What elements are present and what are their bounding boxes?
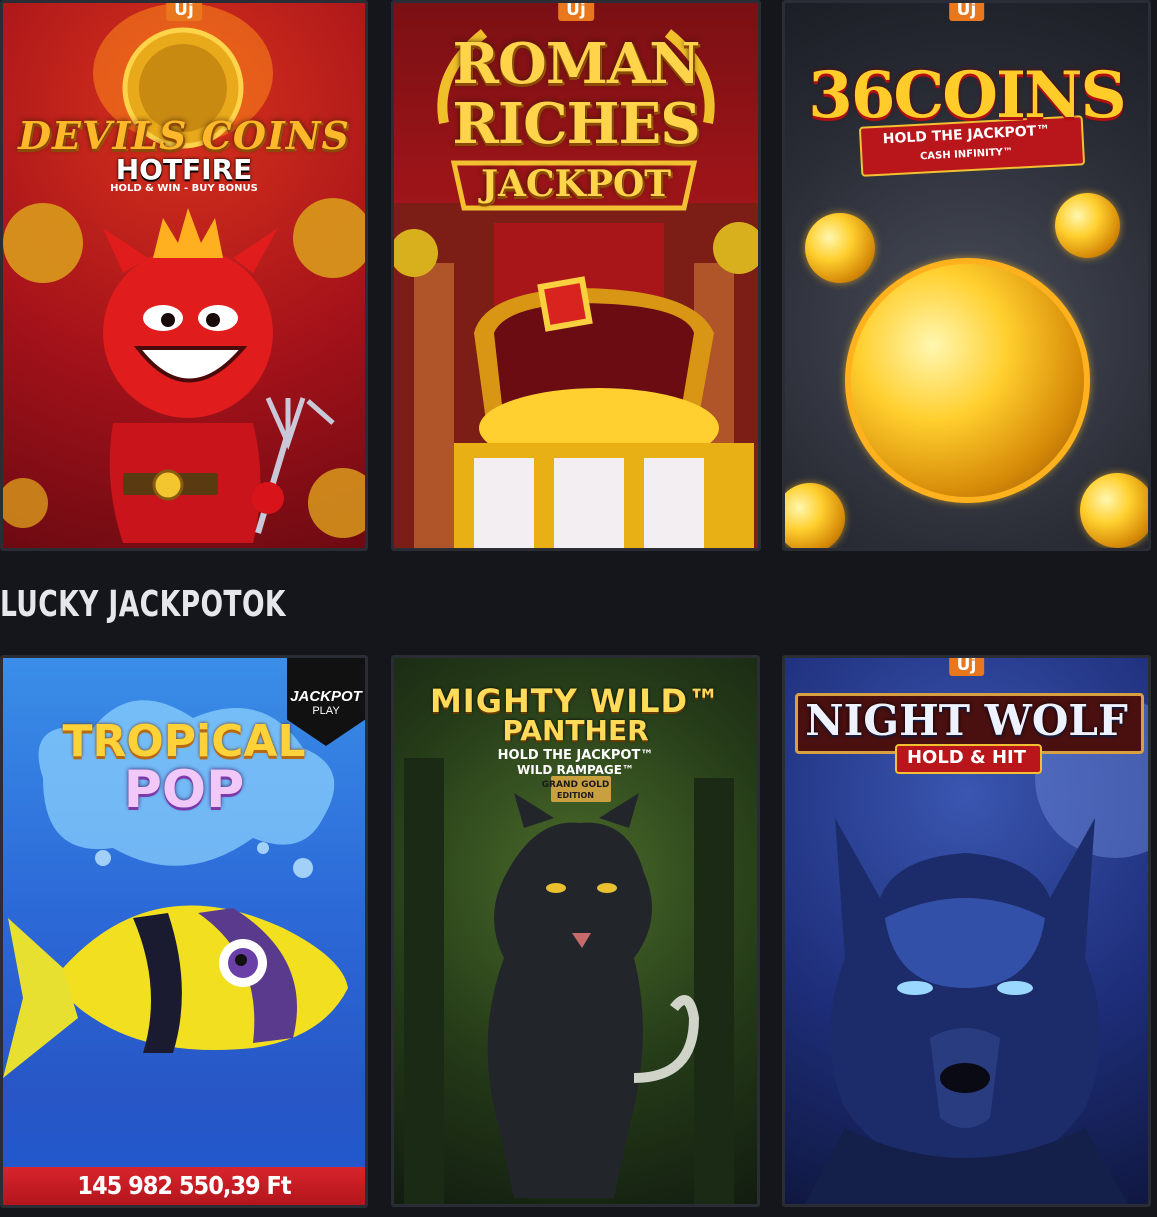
coin-decoration: [785, 483, 845, 548]
coin-decoration: [1080, 473, 1148, 548]
game-subtitle: JACKPOT: [480, 163, 672, 205]
game-title: DEVILS COINS: [18, 113, 350, 158]
coin-decoration: [805, 213, 875, 283]
provider-logo-line1: JACKPOT: [290, 688, 362, 705]
game-tile-mighty-wild-panther[interactable]: MIGHTY WILD™ PANTHER HOLD THE JACKPOT™ W…: [391, 655, 760, 1207]
game-tile-night-wolf[interactable]: Új NIGHT WOLF HOLD & HIT: [782, 655, 1151, 1207]
game-subtitle: HOTFIRE: [115, 153, 253, 186]
game-tile-36-coins[interactable]: Új 36COINS HOLD THE JACKPOT™ CASH INFINI…: [782, 0, 1151, 551]
edition-label-line1: GRAND GOLD: [541, 780, 610, 790]
jackpot-amount: 145 982 550,39 Ft: [3, 1167, 365, 1205]
game-subtitle-line2: WILD RAMPAGE™: [517, 763, 634, 777]
coin-decoration: [1055, 193, 1120, 258]
new-badge: Új: [948, 658, 985, 676]
game-tile-tropical-pop[interactable]: JACKPOT PLAY TROPiCAL POP 145 982 550,39…: [0, 655, 368, 1208]
game-tagline: HOLD & WIN - BUY BONUS: [110, 183, 258, 194]
game-title-line2: RICHES: [452, 91, 700, 157]
section-title: LUCKY JACKPOTOK: [0, 584, 286, 625]
game-subtitle: HOLD & HIT: [906, 747, 1027, 768]
new-badge: Új: [558, 3, 594, 21]
game-subtitle-line1: HOLD THE JACKPOT™: [497, 748, 654, 763]
provider-logo-line2: PLAY: [312, 705, 340, 717]
edition-label-line2: EDITION: [556, 791, 594, 800]
new-badge: Új: [166, 3, 202, 21]
big-coin: [845, 258, 1090, 503]
game-title: NIGHT WOLF: [805, 696, 1128, 745]
game-title-line2: POP: [123, 760, 245, 820]
game-title-line2: PANTHER: [502, 714, 649, 747]
new-badge: Új: [948, 3, 985, 21]
game-artwork: [3, 3, 365, 543]
game-tile-devils-coins-hotfire[interactable]: Új DEVILS COINS HOTFIRE HOLD & WIN - BUY…: [0, 0, 368, 551]
game-title-line1: ROMAN: [452, 31, 701, 97]
game-tile-roman-riches-jackpot[interactable]: Új ROMAN RICHES JACKPOT: [391, 0, 761, 551]
